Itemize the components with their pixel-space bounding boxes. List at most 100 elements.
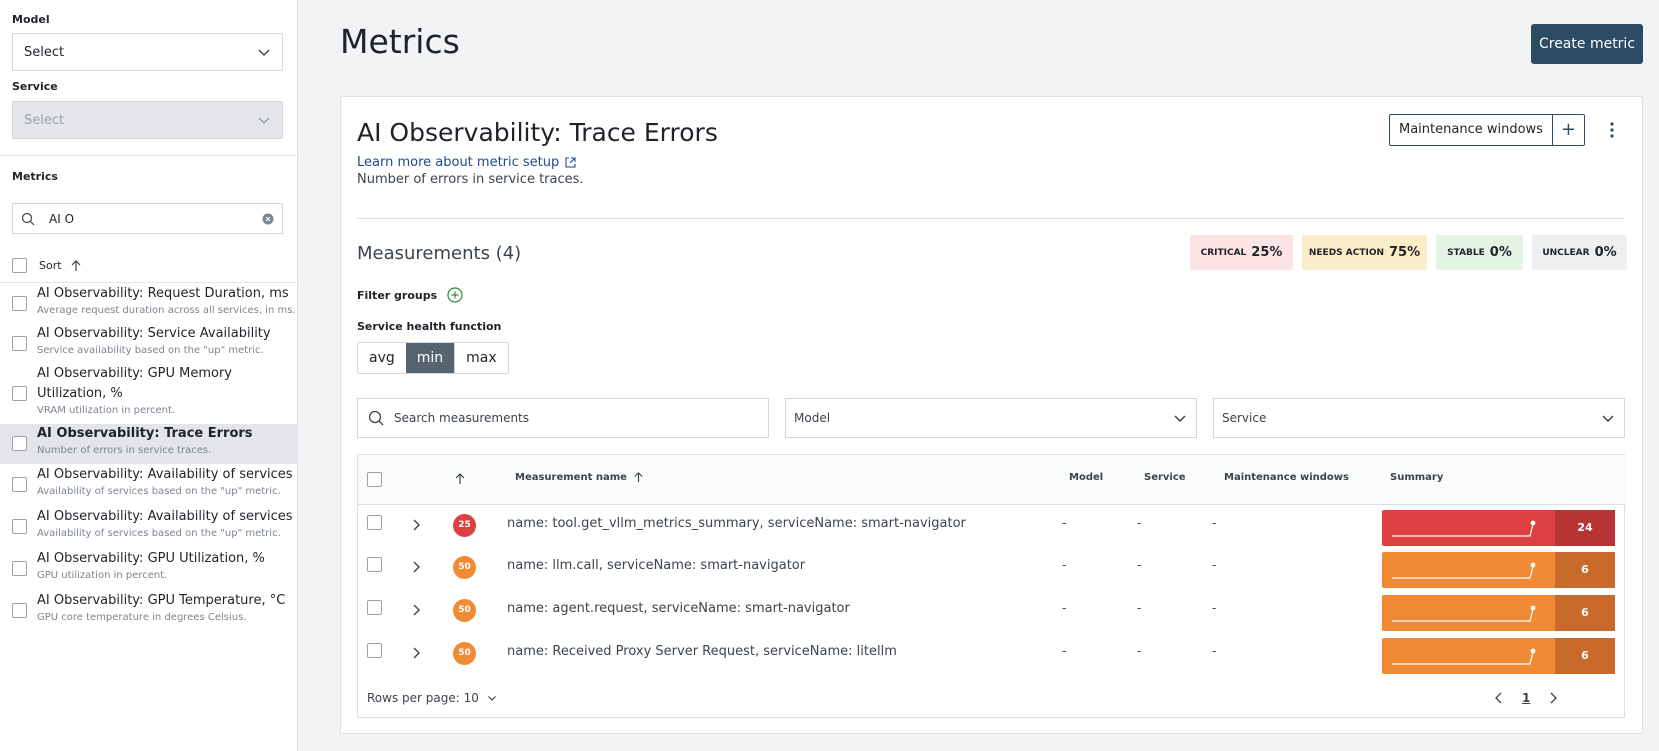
rows-per-page-select[interactable]: Rows per page: 10 (367, 691, 497, 705)
table-row[interactable]: 50 name: agent.request, serviceName: sma… (358, 591, 1626, 636)
metric-item[interactable]: AI Observability: GPU Memory Utilization… (0, 364, 297, 424)
metric-title: AI Observability: GPU Utilization, % (37, 551, 265, 566)
summary-value: 6 (1555, 552, 1615, 588)
service-value: - (1137, 644, 1142, 658)
metric-checkbox[interactable] (12, 477, 27, 492)
create-metric-button[interactable]: Create metric (1531, 24, 1643, 64)
unclear-status-badge[interactable]: UNCLEAR 0% (1532, 235, 1627, 270)
service-value: - (1137, 558, 1142, 572)
metric-title: AI Observability: Availability of servic… (37, 467, 293, 482)
model-filter-select[interactable]: Model (785, 398, 1197, 438)
metric-item[interactable]: AI Observability: Service Availability S… (0, 324, 297, 364)
table-row[interactable]: 50 name: llm.call, serviceName: smart-na… (358, 548, 1626, 593)
metric-item[interactable]: AI Observability: Availability of servic… (0, 465, 297, 505)
critical-value: 25% (1251, 245, 1283, 260)
metric-item[interactable]: AI Observability: Availability of servic… (0, 507, 297, 547)
critical-label: CRITICAL (1200, 247, 1247, 258)
health-option-avg[interactable]: avg (358, 343, 406, 373)
status-badge: 25 (453, 514, 476, 537)
row-checkbox[interactable] (367, 515, 382, 530)
chevron-left-icon[interactable] (1494, 692, 1504, 704)
model-value: - (1062, 516, 1067, 530)
learn-more-link[interactable]: Learn more about metric setup (357, 155, 576, 170)
select-all-checkbox[interactable] (12, 258, 27, 273)
page-title: Metrics (340, 22, 460, 61)
needs-action-status-badge[interactable]: NEEDS ACTION 75% (1302, 235, 1427, 270)
metric-title: AI Observability: GPU Memory (37, 366, 232, 381)
service-filter-select[interactable]: Service (1213, 398, 1625, 438)
metric-checkbox[interactable] (12, 296, 27, 311)
add-filter-group-icon[interactable] (447, 287, 463, 303)
model-select[interactable]: Select (12, 33, 283, 71)
metric-item[interactable]: AI Observability: GPU Utilization, % GPU… (0, 549, 297, 589)
metrics-search-input[interactable]: AI O (12, 203, 283, 234)
metric-checkbox[interactable] (12, 436, 27, 451)
health-option-min[interactable]: min (405, 343, 455, 373)
current-page[interactable]: 1 (1522, 691, 1530, 705)
model-value: - (1062, 644, 1067, 658)
health-option-max[interactable]: max (454, 343, 508, 373)
clear-icon[interactable] (262, 213, 274, 225)
summary-sparkline[interactable]: 6 (1382, 552, 1615, 588)
row-checkbox[interactable] (367, 557, 382, 572)
chevron-right-icon[interactable] (410, 560, 422, 574)
stable-status-badge[interactable]: STABLE 0% (1436, 235, 1523, 270)
list-divider (0, 282, 298, 283)
metric-checkbox[interactable] (12, 519, 27, 534)
metric-item[interactable]: AI Observability: GPU Temperature, °C GP… (0, 591, 297, 631)
metrics-label: Metrics (12, 170, 58, 183)
model-filter-value: Model (794, 411, 831, 425)
row-checkbox[interactable] (367, 643, 382, 658)
summary-sparkline[interactable]: 24 (1382, 510, 1615, 546)
header-summary[interactable]: Summary (1390, 472, 1443, 483)
table-row[interactable]: 50 name: Received Proxy Server Request, … (358, 634, 1626, 679)
card-divider (357, 218, 1625, 219)
rows-per-page-label: Rows per page: 10 (367, 691, 479, 705)
chevron-right-icon[interactable] (410, 603, 422, 617)
chevron-right-icon[interactable] (410, 646, 422, 660)
header-model[interactable]: Model (1069, 472, 1103, 483)
metric-checkbox[interactable] (12, 386, 27, 401)
row-checkbox[interactable] (367, 600, 382, 615)
header-service[interactable]: Service (1144, 472, 1186, 483)
header-maintenance[interactable]: Maintenance windows (1224, 472, 1349, 483)
chevron-right-icon[interactable] (410, 518, 422, 532)
service-label: Service (12, 80, 58, 93)
metric-title: AI Observability: Availability of servic… (37, 509, 293, 524)
add-maintenance-icon[interactable]: + (1551, 115, 1584, 145)
summary-value: 6 (1555, 595, 1615, 631)
metric-item-active[interactable]: AI Observability: Trace Errors Number of… (0, 424, 297, 464)
model-value: - (1062, 558, 1067, 572)
metric-desc: GPU utilization in percent. (37, 570, 168, 581)
metric-checkbox[interactable] (12, 336, 27, 351)
arrow-up-icon[interactable] (70, 259, 82, 272)
measurements-search-input[interactable]: Search measurements (357, 398, 769, 438)
chevron-down-icon (258, 49, 270, 57)
sort-label[interactable]: Sort (39, 259, 62, 272)
select-all-rows-checkbox[interactable] (367, 472, 382, 487)
metric-checkbox[interactable] (12, 561, 27, 576)
critical-status-badge[interactable]: CRITICAL 25% (1190, 235, 1293, 270)
header-measurement-name[interactable]: Measurement name (515, 472, 644, 483)
metric-desc: VRAM utilization in percent. (37, 405, 176, 416)
summary-sparkline[interactable]: 6 (1382, 595, 1615, 631)
maintenance-value: - (1212, 516, 1217, 530)
service-select: Select (12, 101, 283, 139)
learn-more-text: Learn more about metric setup (357, 155, 560, 170)
maintenance-windows-button[interactable]: Maintenance windows + (1389, 114, 1585, 146)
table-row[interactable]: 25 name: tool.get_vllm_metrics_summary, … (358, 506, 1626, 551)
sort-badge-icon[interactable] (454, 473, 466, 485)
summary-sparkline[interactable]: 6 (1382, 638, 1615, 674)
chevron-right-icon[interactable] (1548, 692, 1558, 704)
metric-description: Number of errors in service traces. (357, 172, 584, 187)
metric-title-cont: Utilization, % (37, 386, 123, 401)
chevron-down-icon (1602, 415, 1614, 423)
measurements-search-placeholder: Search measurements (394, 411, 530, 425)
chevron-down-icon (487, 696, 496, 701)
sparkline-chart (1392, 648, 1536, 665)
metric-item[interactable]: AI Observability: Request Duration, ms A… (0, 284, 297, 324)
maintenance-value: - (1212, 644, 1217, 658)
more-options-icon[interactable] (1609, 120, 1615, 140)
metrics-search-value: AI O (49, 211, 75, 226)
metric-checkbox[interactable] (12, 603, 27, 618)
